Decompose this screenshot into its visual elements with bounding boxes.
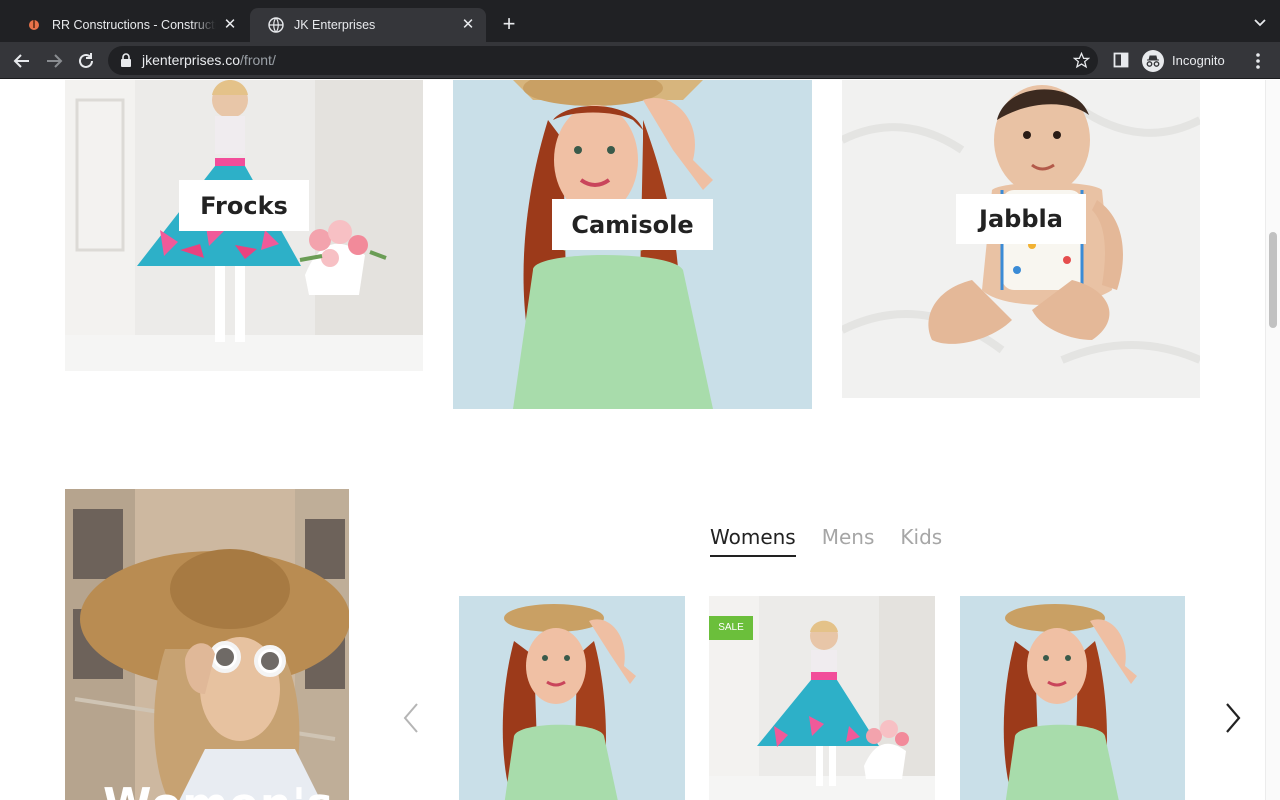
product-card[interactable]	[960, 596, 1185, 800]
incognito-profile[interactable]: Incognito	[1142, 48, 1225, 73]
back-arrow-icon[interactable]	[10, 49, 34, 73]
browser-toolbar: jkenterprises.co/front/ Incognito	[0, 42, 1280, 79]
incognito-icon	[1142, 49, 1164, 72]
incognito-label: Incognito	[1172, 53, 1225, 68]
browser-tab-rr-constructions[interactable]: RR Constructions - Construction ✕	[8, 8, 248, 42]
tab-title: RR Constructions - Construction	[52, 18, 216, 32]
product-card[interactable]: SALE	[709, 596, 935, 800]
url-domain: jkenterprises.co	[142, 52, 241, 68]
construction-favicon-icon	[26, 17, 42, 33]
category-label-camisole: Camisole	[552, 199, 713, 250]
product-image	[459, 596, 685, 800]
category-card-jabbla[interactable]: Jabbla	[842, 80, 1200, 398]
scrollbar-thumb[interactable]	[1269, 232, 1277, 328]
category-card-frocks[interactable]: Frocks	[65, 80, 423, 371]
url-path: /front/	[240, 52, 276, 68]
lock-icon[interactable]	[120, 53, 132, 67]
carousel-next-chevron-icon[interactable]	[1221, 700, 1245, 736]
category-label-jabbla: Jabbla	[956, 194, 1086, 244]
browser-tab-strip: RR Constructions - Construction ✕ JK Ent…	[0, 0, 1280, 42]
carousel-prev-chevron-icon[interactable]	[399, 700, 423, 736]
page-scrollbar[interactable]	[1265, 80, 1280, 800]
tab-title: JK Enterprises	[294, 18, 376, 32]
womens-promo-photo	[65, 489, 349, 800]
tab-search-chevron-icon[interactable]	[1252, 14, 1268, 30]
bookmark-star-icon[interactable]	[1072, 51, 1091, 69]
category-card-camisole[interactable]: Camisole	[453, 80, 812, 409]
product-category-tabs: Womens Mens Kids	[710, 525, 942, 557]
new-tab-plus-icon[interactable]: +	[498, 13, 520, 35]
close-tab-icon[interactable]: ✕	[222, 17, 238, 33]
category-label-frocks: Frocks	[179, 180, 309, 231]
address-bar[interactable]: jkenterprises.co/front/	[108, 46, 1098, 75]
close-tab-icon[interactable]: ✕	[460, 17, 476, 33]
browser-menu-icon[interactable]	[1250, 52, 1266, 70]
product-image	[960, 596, 1185, 800]
web-page: Frocks Camisole Jabbla Womens Mens Kids …	[0, 80, 1280, 800]
side-panel-icon[interactable]	[1113, 52, 1129, 68]
womens-promo-banner[interactable]: Women's	[65, 489, 349, 800]
forward-arrow-icon[interactable]	[42, 49, 66, 73]
tab-kids[interactable]: Kids	[900, 525, 942, 557]
browser-tab-jk-enterprises[interactable]: JK Enterprises ✕	[250, 8, 486, 42]
reload-icon[interactable]	[74, 49, 98, 73]
tab-womens[interactable]: Womens	[710, 525, 796, 557]
product-card[interactable]	[459, 596, 685, 800]
globe-icon	[268, 17, 284, 33]
promo-heading: Women's	[103, 779, 334, 800]
sale-badge: SALE	[709, 616, 753, 640]
url-text: jkenterprises.co/front/	[142, 52, 276, 68]
tab-mens[interactable]: Mens	[822, 525, 875, 557]
